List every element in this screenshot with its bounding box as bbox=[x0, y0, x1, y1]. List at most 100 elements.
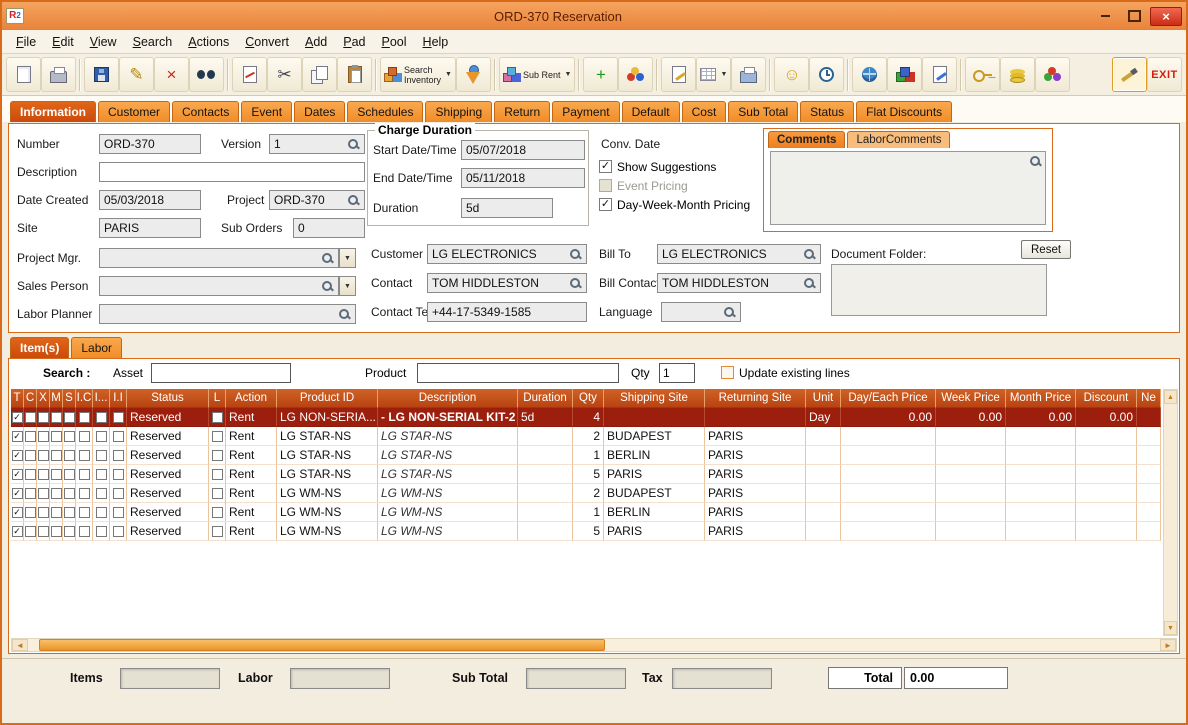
row-checkbox[interactable] bbox=[38, 412, 49, 423]
customer-field[interactable]: LG ELECTRONICS bbox=[427, 244, 587, 264]
chevron-down-icon[interactable]: ▼ bbox=[564, 71, 572, 78]
scroll-left-icon[interactable]: ◄ bbox=[12, 639, 28, 651]
cell-t[interactable] bbox=[11, 408, 24, 427]
cell-x[interactable] bbox=[37, 503, 50, 522]
menu-pad[interactable]: Pad bbox=[335, 33, 373, 51]
row-checkbox[interactable] bbox=[212, 412, 223, 423]
print-icon[interactable] bbox=[41, 57, 76, 92]
tab-labor[interactable]: Labor bbox=[71, 337, 122, 358]
table-row[interactable]: ReservedRentLG STAR-NSLG STAR-NS1BERLINP… bbox=[11, 446, 1161, 465]
column-header-Month Price[interactable]: Month Price bbox=[1006, 389, 1076, 408]
globe-icon[interactable] bbox=[852, 57, 887, 92]
tab-default[interactable]: Default bbox=[622, 101, 680, 122]
scroll-down-icon[interactable]: ▼ bbox=[1164, 621, 1177, 635]
row-checkbox[interactable] bbox=[96, 526, 107, 537]
row-checkbox-checked[interactable] bbox=[12, 469, 23, 480]
row-checkbox[interactable] bbox=[25, 450, 36, 461]
tab-information[interactable]: Information bbox=[10, 101, 96, 122]
search-icon[interactable] bbox=[569, 248, 582, 261]
sub-orders-field[interactable]: 0 bbox=[293, 218, 365, 238]
column-header-Returning Site[interactable]: Returning Site bbox=[705, 389, 806, 408]
row-checkbox[interactable] bbox=[79, 431, 90, 442]
cell-i-i[interactable] bbox=[110, 484, 127, 503]
cell-c[interactable] bbox=[24, 522, 37, 541]
row-checkbox[interactable] bbox=[38, 450, 49, 461]
column-header-Day/Each Price[interactable]: Day/Each Price bbox=[841, 389, 936, 408]
cell-x[interactable] bbox=[37, 484, 50, 503]
bill-contact-field[interactable]: TOM HIDDLESTON bbox=[657, 273, 821, 293]
search-icon[interactable] bbox=[338, 308, 351, 321]
checkbox-event-pricing[interactable] bbox=[599, 179, 612, 192]
horizontal-scrollbar[interactable]: ◄ ► bbox=[11, 638, 1177, 652]
cell-i-i[interactable] bbox=[110, 465, 127, 484]
cell-i-i[interactable] bbox=[110, 408, 127, 427]
search-icon[interactable] bbox=[321, 252, 334, 265]
contact-field[interactable]: TOM HIDDLESTON bbox=[427, 273, 587, 293]
row-checkbox[interactable] bbox=[38, 469, 49, 480]
row-checkbox[interactable] bbox=[79, 507, 90, 518]
row-checkbox[interactable] bbox=[38, 507, 49, 518]
history-clock-icon[interactable] bbox=[809, 57, 844, 92]
tab-event[interactable]: Event bbox=[241, 101, 292, 122]
close-button[interactable]: × bbox=[1150, 7, 1182, 26]
product-input[interactable] bbox=[417, 363, 619, 383]
checkbox-day-week-month-pricing[interactable] bbox=[599, 198, 612, 211]
row-checkbox[interactable] bbox=[51, 507, 62, 518]
cell-i-[interactable] bbox=[93, 408, 110, 427]
sales-person-dropdown[interactable] bbox=[339, 276, 356, 296]
cell-m[interactable] bbox=[50, 484, 63, 503]
row-checkbox[interactable] bbox=[25, 526, 36, 537]
row-checkbox[interactable] bbox=[113, 526, 124, 537]
row-checkbox[interactable] bbox=[64, 488, 75, 499]
row-checkbox[interactable] bbox=[212, 431, 223, 442]
row-checkbox[interactable] bbox=[212, 488, 223, 499]
column-header-Status[interactable]: Status bbox=[127, 389, 209, 408]
column-header-I...[interactable]: I... bbox=[93, 389, 110, 408]
search-icon[interactable] bbox=[347, 194, 360, 207]
exit-button[interactable]: EXIT bbox=[1147, 57, 1182, 92]
tab-item-s-[interactable]: Item(s) bbox=[10, 337, 69, 358]
contact-tel-field[interactable]: +44-17-5349-1585 bbox=[427, 302, 587, 322]
copy-icon[interactable] bbox=[302, 57, 337, 92]
row-checkbox[interactable] bbox=[64, 469, 75, 480]
cell-t[interactable] bbox=[11, 446, 24, 465]
cell-i-[interactable] bbox=[93, 484, 110, 503]
row-checkbox[interactable] bbox=[25, 507, 36, 518]
column-header-Unit[interactable]: Unit bbox=[806, 389, 841, 408]
cell-s[interactable] bbox=[63, 427, 76, 446]
cell-s[interactable] bbox=[63, 408, 76, 427]
row-checkbox-checked[interactable] bbox=[12, 488, 23, 499]
labor-planner-field[interactable] bbox=[99, 304, 356, 324]
cell-c[interactable] bbox=[24, 465, 37, 484]
row-checkbox[interactable] bbox=[113, 431, 124, 442]
menu-convert[interactable]: Convert bbox=[237, 33, 297, 51]
row-checkbox[interactable] bbox=[25, 412, 36, 423]
save-icon[interactable] bbox=[84, 57, 119, 92]
table-row[interactable]: ReservedRentLG WM-NSLG WM-NS1BERLINPARIS bbox=[11, 503, 1161, 522]
row-checkbox[interactable] bbox=[38, 431, 49, 442]
row-checkbox-checked[interactable] bbox=[12, 450, 23, 461]
tab-contacts[interactable]: Contacts bbox=[172, 101, 239, 122]
cell-i-[interactable] bbox=[93, 503, 110, 522]
row-checkbox[interactable] bbox=[25, 488, 36, 499]
row-checkbox[interactable] bbox=[64, 526, 75, 537]
row-checkbox[interactable] bbox=[79, 526, 90, 537]
cell-x[interactable] bbox=[37, 522, 50, 541]
row-checkbox[interactable] bbox=[51, 412, 62, 423]
column-header-I.C[interactable]: I.C bbox=[76, 389, 93, 408]
duration-field[interactable]: 5d bbox=[461, 198, 553, 218]
cell-x[interactable] bbox=[37, 408, 50, 427]
row-checkbox[interactable] bbox=[96, 469, 107, 480]
cell-i-i[interactable] bbox=[110, 427, 127, 446]
column-header-Description[interactable]: Description bbox=[378, 389, 518, 408]
row-checkbox-checked[interactable] bbox=[12, 507, 23, 518]
add-line-icon[interactable]: + bbox=[583, 57, 618, 92]
column-header-L[interactable]: L bbox=[209, 389, 226, 408]
column-header-X[interactable]: X bbox=[37, 389, 50, 408]
cell-i-[interactable] bbox=[93, 465, 110, 484]
cell-s[interactable] bbox=[63, 446, 76, 465]
date-created-field[interactable]: 05/03/2018 bbox=[99, 190, 201, 210]
menu-view[interactable]: View bbox=[82, 33, 125, 51]
row-checkbox[interactable] bbox=[212, 526, 223, 537]
start-date-field[interactable]: 05/07/2018 bbox=[461, 140, 585, 160]
